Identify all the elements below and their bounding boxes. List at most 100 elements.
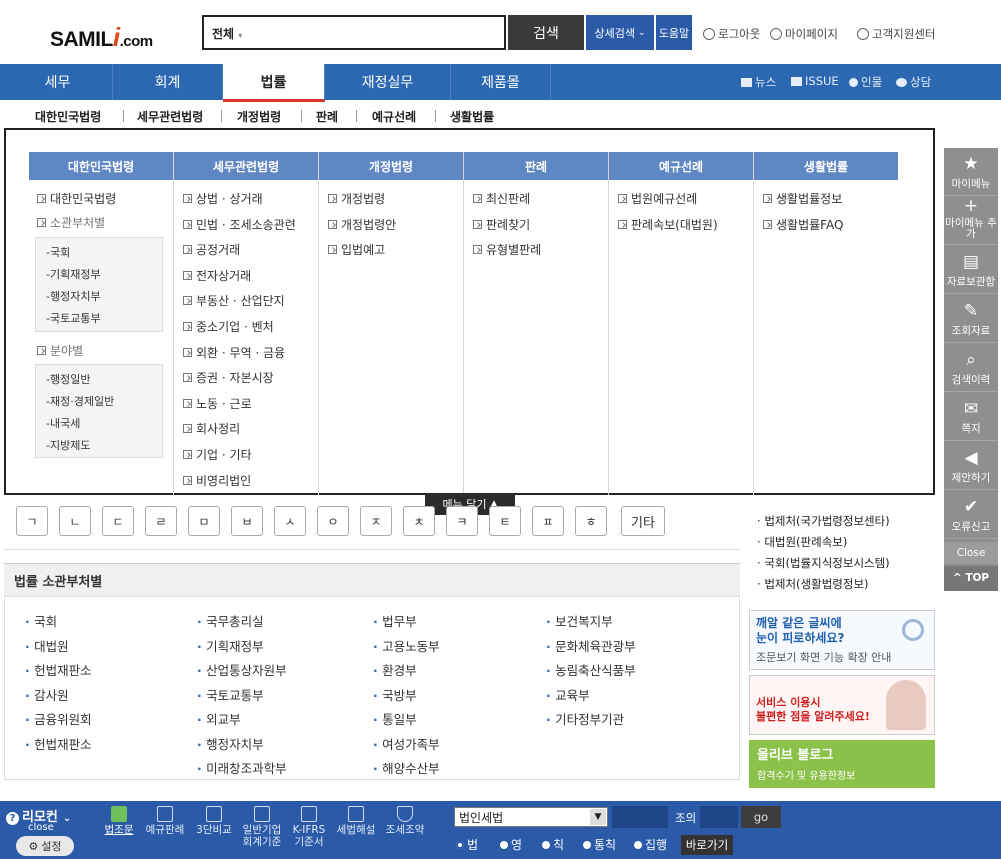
nav-accounting[interactable]: 회계 [113, 64, 223, 100]
ministry-link[interactable]: 외교부 [197, 709, 287, 728]
consonant-button[interactable]: ㅇ [317, 506, 349, 536]
dock-suggest[interactable]: ◀ 제안하기 [944, 442, 998, 490]
radio-law[interactable]: 법 [456, 836, 478, 853]
consonant-button[interactable]: ㅅ [274, 506, 306, 536]
menu-group-ministry[interactable]: 소관부처별 [37, 214, 105, 231]
ministry-link[interactable]: 국무총리실 [197, 611, 287, 630]
ministry-link[interactable]: 여성가족부 [373, 734, 440, 753]
radio-rule[interactable]: 칙 [542, 836, 564, 853]
subnav-precedent[interactable]: 판례 [316, 108, 338, 125]
consonant-button[interactable]: ㅍ [532, 506, 564, 536]
go-button[interactable]: go [741, 806, 781, 828]
menu-link[interactable]: 증권 · 자본시장 [183, 369, 296, 386]
consonant-button[interactable]: ㅎ [575, 506, 607, 536]
help-button[interactable]: 도움말 [656, 15, 692, 50]
tool-three-way-compare[interactable]: 3단비교 [194, 806, 234, 836]
shortcut-button[interactable]: 바로가기 [681, 835, 733, 855]
consonant-button[interactable]: ㅋ [446, 506, 478, 536]
ministry-link[interactable]: 법무부 [373, 611, 440, 630]
settings-button[interactable]: ⚙ 설정 [16, 836, 74, 856]
issue-link[interactable]: ISSUE [791, 74, 839, 88]
radio-enforcement[interactable]: 집행 [634, 836, 667, 853]
radio-decree[interactable]: 영 [500, 836, 522, 853]
ministry-link[interactable]: 고용노동부 [373, 636, 440, 655]
samil-logo[interactable]: SAMILi.com [50, 22, 153, 53]
menu-link[interactable]: 최신판례 [473, 190, 541, 207]
consonant-button[interactable]: ㄹ [145, 506, 177, 536]
subnav-revised-law[interactable]: 개정법령 [237, 108, 281, 125]
menu-link[interactable]: 민법 · 조세소송관련 [183, 216, 296, 233]
ministry-link[interactable]: 해양수산부 [373, 758, 440, 777]
article-number-input[interactable] [612, 806, 668, 828]
menu-link[interactable]: 판례속보(대법원) [618, 216, 718, 233]
ministry-link[interactable]: 환경부 [373, 660, 440, 679]
nav-finance-practice[interactable]: 재정실무 [325, 64, 451, 100]
dock-close-button[interactable]: Close [944, 542, 998, 564]
nav-tax[interactable]: 세무 [3, 64, 113, 100]
menu-link[interactable]: 공정거래 [183, 241, 296, 258]
support-link[interactable]: 고객지원센터 [857, 26, 935, 42]
ministry-link[interactable]: 행정자치부 [197, 734, 287, 753]
logout-link[interactable]: 로그아웃 [703, 26, 760, 42]
subnav-korea-law[interactable]: 대한민국법령 [35, 108, 101, 125]
search-input[interactable]: 전체 ▾ [202, 15, 506, 50]
col-head-precedent[interactable]: 판례 [464, 152, 608, 180]
ministry-link[interactable]: 헌법재판소 [25, 660, 92, 679]
ministry-link[interactable]: 국토교통부 [197, 685, 287, 704]
consonant-etc-button[interactable]: 기타 [621, 506, 665, 536]
subnav-tax-law[interactable]: 세무관련법령 [137, 108, 203, 125]
ministry-link[interactable]: 통일부 [373, 709, 440, 728]
olive-blog-banner[interactable]: 올리브 블로그 합격수기 및 유용한정보 [749, 740, 935, 788]
consonant-button[interactable]: ㅂ [231, 506, 263, 536]
ministry-link[interactable]: 보건복지부 [546, 611, 636, 630]
ministry-link[interactable]: 대법원 [25, 636, 92, 655]
menu-link[interactable]: 개정법령안 [328, 216, 396, 233]
menu-link[interactable]: 법원예규선례 [618, 190, 718, 207]
menu-link[interactable]: 상법 · 상거래 [183, 190, 296, 207]
consonant-button[interactable]: ㅌ [489, 506, 521, 536]
consonant-button[interactable]: ㄴ [59, 506, 91, 536]
scroll-top-button[interactable]: ^ TOP [944, 566, 998, 591]
feedback-banner[interactable]: 서비스 이용시 불편한 점을 알려주세요! [749, 675, 935, 735]
dock-my-menu[interactable]: ★ 마이메뉴 [944, 148, 998, 196]
col-head-tax-law[interactable]: 세무관련법령 [174, 152, 318, 180]
search-button[interactable]: 검색 [508, 15, 584, 50]
menu-link[interactable]: 유형별판례 [473, 241, 541, 258]
ministry-link[interactable]: 헌법재판소 [25, 734, 92, 753]
subnav-life-law[interactable]: 생활법률 [450, 108, 494, 125]
mypage-link[interactable]: 마이페이지 [770, 26, 838, 42]
consonant-button[interactable]: ㅊ [403, 506, 435, 536]
submenu-item[interactable]: - 지방제도 [36, 434, 162, 456]
submenu-item[interactable]: - 행정일반 [36, 368, 162, 390]
dock-message[interactable]: ✉ 쪽지 [944, 393, 998, 441]
menu-link[interactable]: 중소기업 · 벤처 [183, 318, 296, 335]
advanced-search-button[interactable]: 상세검색 ⌄ [586, 15, 654, 50]
ministry-link[interactable]: 금융위원회 [25, 709, 92, 728]
menu-link[interactable]: 대한민국법령 [37, 190, 116, 207]
subnav-rulings[interactable]: 예규선례 [372, 108, 416, 125]
col-head-rulings[interactable]: 예규선례 [609, 152, 753, 180]
tool-law-article[interactable]: 법조문 [103, 806, 135, 836]
related-link[interactable]: · 대법원(판례속보) [757, 534, 847, 550]
consult-link[interactable]: 상담 [896, 74, 931, 90]
menu-link[interactable]: 회사정리 [183, 420, 296, 437]
dock-archive[interactable]: ▤ 자료보관함 [944, 246, 998, 294]
menu-link[interactable]: 부동산 · 산업단지 [183, 292, 296, 309]
submenu-item[interactable]: - 재정·경제일반 [36, 390, 162, 412]
radio-general-rule[interactable]: 통칙 [583, 836, 616, 853]
law-select[interactable]: 법인세법 ▼ [454, 807, 608, 827]
menu-group-field[interactable]: 분야별 [37, 342, 83, 359]
submenu-item[interactable]: - 내국세 [36, 412, 162, 434]
ministry-link[interactable]: 기타정부기관 [546, 709, 636, 728]
zoom-banner[interactable]: 깨알 같은 글씨에 눈이 피로하세요? 조문보기 화면 기능 확장 안내 [749, 610, 935, 670]
consonant-button[interactable]: ㅁ [188, 506, 220, 536]
menu-link[interactable]: 생활법률정보 [763, 190, 843, 207]
col-head-revised-law[interactable]: 개정법령 [319, 152, 463, 180]
related-link[interactable]: · 법제처(생활법령정보) [757, 576, 869, 592]
tool-tax-commentary[interactable]: 세법해설 [334, 806, 378, 836]
ministry-link[interactable]: 교육부 [546, 685, 636, 704]
submenu-item[interactable]: - 행정자치부 [36, 285, 162, 307]
remote-close-button[interactable]: close [28, 822, 54, 833]
news-link[interactable]: 뉴스 [741, 74, 776, 90]
col-head-life-law[interactable]: 생활법률 [754, 152, 898, 180]
